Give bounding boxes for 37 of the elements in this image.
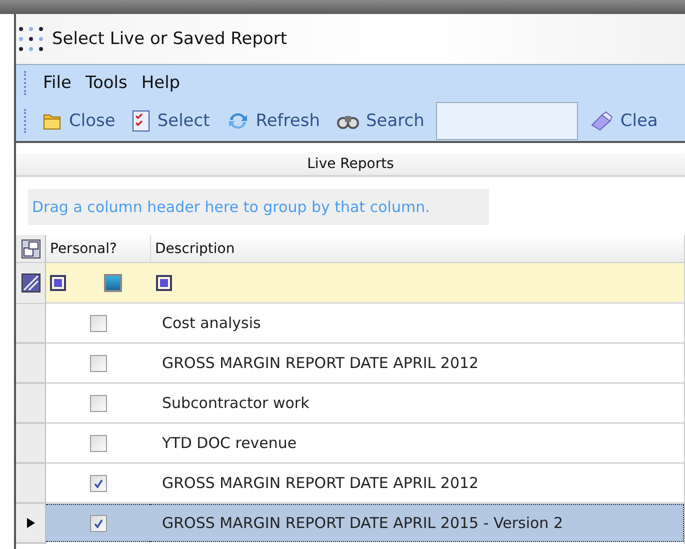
panel-title: Live Reports bbox=[16, 153, 685, 177]
menu-item[interactable]: File bbox=[43, 71, 72, 95]
checkbox[interactable] bbox=[90, 434, 107, 452]
toolbar-button[interactable]: Close bbox=[37, 108, 120, 134]
group-hint: Drag a column header here to group by that column. bbox=[28, 189, 489, 225]
eraser-icon bbox=[590, 110, 614, 132]
filter-checkbox-icon[interactable] bbox=[104, 274, 122, 292]
toolbar-button[interactable]: Refresh bbox=[222, 108, 324, 134]
grid-dots-icon bbox=[18, 26, 44, 52]
checkbox[interactable] bbox=[90, 514, 107, 532]
row-selector[interactable] bbox=[16, 504, 46, 544]
check-icon bbox=[93, 518, 104, 528]
menu-item[interactable]: Tools bbox=[85, 71, 128, 95]
toolbar-button[interactable]: Select bbox=[127, 108, 214, 134]
check-icon bbox=[93, 478, 104, 488]
current-row-icon bbox=[26, 518, 34, 528]
toolbar-button[interactable]: Search bbox=[332, 109, 428, 133]
table-cell: Cost analysis bbox=[162, 314, 261, 332]
filter-icon[interactable] bbox=[156, 274, 172, 290]
checkbox[interactable] bbox=[90, 394, 107, 412]
table-cell: Subcontractor work bbox=[162, 394, 310, 412]
checkbox[interactable] bbox=[90, 354, 107, 372]
window-title: Select Live or Saved Report bbox=[52, 29, 288, 49]
table-cell: YTD DOC revenue bbox=[162, 434, 297, 452]
checkbox[interactable] bbox=[90, 474, 107, 492]
checkbox[interactable] bbox=[90, 314, 107, 332]
checklist-icon bbox=[131, 110, 152, 132]
toolbar-button[interactable]: Clea bbox=[586, 108, 662, 134]
menu-item[interactable]: Help bbox=[141, 71, 180, 95]
table-cell: GROSS MARGIN REPORT DATE APRIL 2012 bbox=[162, 474, 479, 492]
column-header[interactable]: Description bbox=[150, 235, 684, 263]
column-chooser-icon[interactable] bbox=[20, 238, 40, 258]
table-cell: GROSS MARGIN REPORT DATE APRIL 2012 bbox=[162, 354, 479, 372]
filter-clear-icon[interactable] bbox=[20, 273, 40, 293]
filter-icon[interactable] bbox=[50, 274, 66, 290]
table-cell: GROSS MARGIN REPORT DATE APRIL 2015 - Version 2 bbox=[162, 514, 564, 532]
search-field[interactable] bbox=[436, 102, 578, 140]
